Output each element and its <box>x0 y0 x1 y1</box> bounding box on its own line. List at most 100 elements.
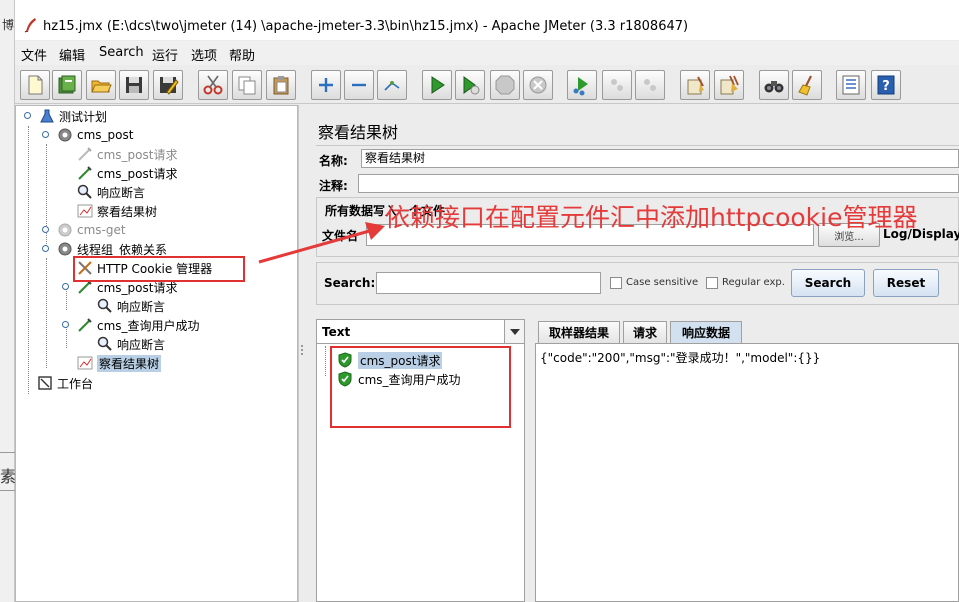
tree-toggle[interactable] <box>42 131 49 138</box>
function-helper-button[interactable] <box>836 70 866 100</box>
remote-stop-icon <box>611 79 623 91</box>
tree-toggle[interactable] <box>62 321 69 328</box>
clear-all-button[interactable] <box>714 70 744 100</box>
reset-button[interactable]: Reset <box>873 269 939 297</box>
gear-icon <box>56 241 74 257</box>
templates-icon <box>58 75 76 94</box>
jmeter-window: hz15.jmx (E:\dcs\two\jmeter (14) \apache… <box>15 0 959 602</box>
remote-shutdown-button[interactable] <box>635 70 665 100</box>
case-sensitive-checkbox[interactable] <box>610 277 622 289</box>
collapse-icon <box>352 83 366 87</box>
search-submit-button[interactable]: Search <box>791 269 865 297</box>
tree-node-thread-group-disabled[interactable]: cms-get <box>56 221 126 239</box>
tree-node-workbench[interactable]: 工作台 <box>36 374 93 392</box>
tab-sampler-result[interactable]: 取样器结果 <box>538 321 620 343</box>
tree-toggle[interactable] <box>42 245 49 252</box>
splitter-grip <box>301 353 303 355</box>
remote-start-button[interactable] <box>567 70 597 100</box>
tree-connector <box>325 346 326 376</box>
toggle-icon <box>384 81 400 91</box>
start-no-pause-button[interactable] <box>455 70 485 100</box>
menu-search[interactable]: Search <box>99 45 144 60</box>
divider <box>316 145 959 146</box>
menu-bar: 文件 编辑 Search 运行 选项 帮助 <box>15 41 959 65</box>
response-body: {"code":"200","msg":"登录成功！","model":{}} <box>540 351 821 365</box>
tree-connector <box>46 258 47 368</box>
reset-search-button[interactable] <box>792 70 822 100</box>
name-label: 名称: <box>319 154 348 168</box>
menu-file[interactable]: 文件 <box>21 45 47 64</box>
start-no-pause-icon <box>463 76 480 95</box>
highlight-box-cookie-manager <box>73 256 245 282</box>
divider <box>0 490 15 491</box>
gear-icon <box>56 222 74 238</box>
help-icon: ? <box>877 75 895 95</box>
shutdown-button[interactable] <box>523 70 553 100</box>
search-button[interactable] <box>759 70 789 100</box>
divider <box>0 452 15 453</box>
annotation-arrow-icon <box>258 222 385 264</box>
background-char: 博 <box>2 18 15 32</box>
paste-button[interactable] <box>266 70 296 100</box>
menu-options[interactable]: 选项 <box>191 45 217 64</box>
tree-toggle[interactable] <box>62 283 69 290</box>
tree-node-test-plan[interactable]: 测试计划 <box>38 107 107 125</box>
response-data-view[interactable]: {"code":"200","msg":"登录成功！","model":{}} <box>535 343 959 602</box>
tree-node-thread-group[interactable]: cms_post <box>56 126 133 144</box>
highlight-box-results <box>330 346 511 428</box>
stop-icon <box>495 75 515 95</box>
remote-stop-button[interactable] <box>602 70 632 100</box>
tree-node-sampler[interactable]: cms_查询用户成功 <box>76 316 200 334</box>
copy-button[interactable] <box>232 70 262 100</box>
menu-help[interactable]: 帮助 <box>229 45 255 64</box>
stop-button[interactable] <box>490 70 520 100</box>
help-button[interactable]: ? <box>871 70 901 100</box>
regex-checkbox[interactable] <box>706 277 718 289</box>
tree-splitter[interactable] <box>298 105 306 602</box>
tree-toggle[interactable] <box>42 226 49 233</box>
test-plan-icon <box>38 108 56 124</box>
menu-run[interactable]: 运行 <box>152 45 178 64</box>
tree-node-assertion[interactable]: 响应断言 <box>76 183 145 201</box>
tree-node-listener[interactable]: 察看结果树 <box>76 202 157 220</box>
result-detail-tabs: 取样器结果 请求 响应数据 {"code":"200","msg":"登录成功！… <box>535 319 959 602</box>
tree-toggle[interactable] <box>24 112 31 119</box>
magnifier-icon <box>96 298 114 314</box>
background-char: 素 <box>0 467 17 486</box>
tree-node-sampler-disabled[interactable]: cms_post请求 <box>76 145 177 163</box>
clear-all-icon <box>720 75 739 95</box>
renderer-select[interactable]: Text <box>317 320 524 344</box>
workbench-icon <box>36 375 54 391</box>
expand-icon <box>319 78 333 92</box>
tree-node-assertion[interactable]: 响应断言 <box>96 297 165 315</box>
clear-button[interactable] <box>680 70 710 100</box>
tree-node-listener-selected[interactable]: 察看结果树 <box>76 354 162 372</box>
save-icon <box>126 77 142 93</box>
tree-node-sampler[interactable]: cms_post请求 <box>76 164 177 182</box>
cut-button[interactable] <box>198 70 228 100</box>
save-as-button[interactable] <box>153 70 183 100</box>
tab-request[interactable]: 请求 <box>623 321 667 343</box>
templates-button[interactable] <box>52 70 82 100</box>
save-button[interactable] <box>119 70 149 100</box>
toggle-button[interactable] <box>377 70 407 100</box>
chart-icon <box>76 355 94 371</box>
start-icon <box>431 76 445 94</box>
open-button[interactable] <box>86 70 116 100</box>
magnifier-icon <box>96 336 114 352</box>
svg-text:?: ? <box>882 79 890 94</box>
name-field[interactable]: 察看结果树 <box>361 149 959 168</box>
test-plan-tree[interactable]: 测试计划 cms_post cms_post请求 cms_post请求 响应断言… <box>15 105 298 602</box>
chevron-down-icon[interactable] <box>504 320 524 343</box>
new-button[interactable] <box>20 70 50 100</box>
menu-edit[interactable]: 编辑 <box>59 45 85 64</box>
expand-button[interactable] <box>311 70 341 100</box>
search-input[interactable] <box>376 272 601 294</box>
start-button[interactable] <box>422 70 452 100</box>
tab-response-data[interactable]: 响应数据 <box>670 321 742 343</box>
result-splitter[interactable] <box>527 319 535 602</box>
tree-node-assertion[interactable]: 响应断言 <box>96 335 165 353</box>
comment-field[interactable] <box>358 174 959 193</box>
collapse-button[interactable] <box>344 70 374 100</box>
paste-icon <box>273 76 289 95</box>
